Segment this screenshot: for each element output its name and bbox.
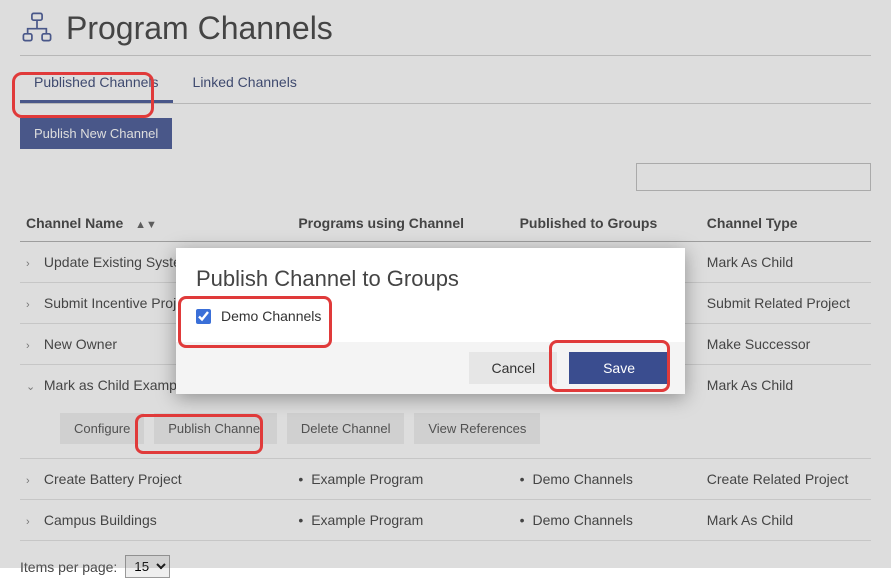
- cell-type: Create Related Project: [701, 459, 871, 500]
- tab-published-channels[interactable]: Published Channels: [20, 64, 173, 103]
- page-title: Program Channels: [66, 10, 333, 47]
- col-type[interactable]: Channel Type: [701, 205, 871, 242]
- cell-type: Mark As Child: [701, 242, 871, 283]
- chevron-right-icon[interactable]: ›: [26, 299, 40, 311]
- cell-groups: Demo Channels: [514, 459, 701, 500]
- cell-name: Campus Buildings: [44, 512, 157, 528]
- pager-label: Items per page:: [20, 559, 117, 575]
- tab-linked-channels[interactable]: Linked Channels: [179, 64, 311, 103]
- cell-groups: Demo Channels: [514, 500, 701, 541]
- cell-programs: Example Program: [292, 459, 513, 500]
- cell-type: Mark As Child: [701, 365, 871, 406]
- cell-type: Make Successor: [701, 324, 871, 365]
- cell-type: Submit Related Project: [701, 283, 871, 324]
- cell-programs: Example Program: [292, 500, 513, 541]
- sort-indicator-icon[interactable]: ▲▼: [135, 219, 157, 231]
- col-channel-name[interactable]: Channel Name: [26, 215, 123, 231]
- col-groups[interactable]: Published to Groups: [514, 205, 701, 242]
- pager: Items per page: 15: [20, 555, 871, 578]
- pager-select[interactable]: 15: [125, 555, 170, 578]
- chevron-right-icon[interactable]: ›: [26, 340, 40, 352]
- group-option-row[interactable]: Demo Channels: [196, 308, 665, 324]
- group-checkbox[interactable]: [196, 309, 211, 324]
- cell-name: Create Battery Project: [44, 471, 182, 487]
- modal-title: Publish Channel to Groups: [176, 248, 685, 302]
- hierarchy-icon: [20, 10, 54, 47]
- divider: [20, 55, 871, 56]
- publish-new-channel-button[interactable]: Publish New Channel: [20, 118, 172, 149]
- delete-channel-button[interactable]: Delete Channel: [287, 413, 405, 444]
- chevron-right-icon[interactable]: ›: [26, 475, 40, 487]
- cell-name: Submit Incentive Proj: [44, 295, 176, 311]
- row-actions: Configure Publish Channel Delete Channel…: [20, 405, 871, 459]
- cell-name: New Owner: [44, 336, 117, 352]
- group-option-label: Demo Channels: [221, 308, 321, 324]
- table-row[interactable]: › Create Battery Project Example Program…: [20, 459, 871, 500]
- col-programs[interactable]: Programs using Channel: [292, 205, 513, 242]
- cancel-button[interactable]: Cancel: [469, 352, 557, 384]
- search-input[interactable]: [636, 163, 871, 191]
- save-button[interactable]: Save: [569, 352, 669, 384]
- table-row[interactable]: › Campus Buildings Example Program Demo …: [20, 500, 871, 541]
- cell-name: Update Existing Syste: [44, 254, 181, 270]
- chevron-right-icon[interactable]: ›: [26, 258, 40, 270]
- publish-to-groups-modal: Publish Channel to Groups Demo Channels …: [176, 248, 685, 394]
- publish-channel-button[interactable]: Publish Channel: [154, 413, 277, 444]
- view-references-button[interactable]: View References: [414, 413, 540, 444]
- cell-type: Mark As Child: [701, 500, 871, 541]
- chevron-right-icon[interactable]: ›: [26, 516, 40, 528]
- chevron-down-icon[interactable]: ⌄: [26, 380, 40, 393]
- configure-button[interactable]: Configure: [60, 413, 144, 444]
- tabs: Published Channels Linked Channels: [20, 64, 871, 104]
- cell-name: Mark as Child Exampl: [44, 377, 180, 393]
